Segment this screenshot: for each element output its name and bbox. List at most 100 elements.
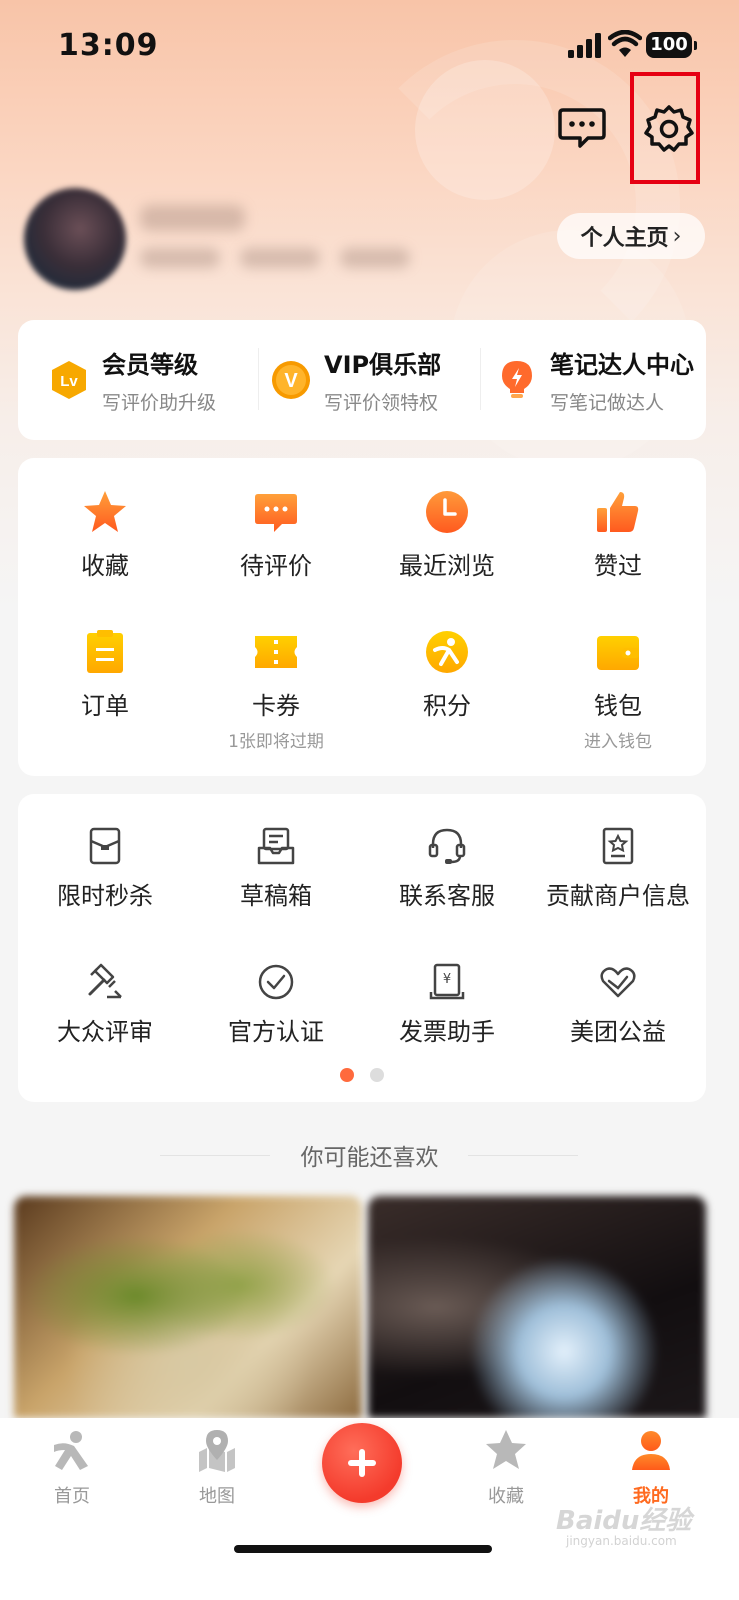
thumbs-up-icon (597, 492, 639, 532)
gavel-icon (88, 963, 122, 999)
watermark: Baidu经验 (556, 1506, 692, 1536)
invoice-icon: ¥ (429, 963, 465, 1000)
settings-icon[interactable] (644, 104, 694, 154)
star-icon (84, 491, 126, 532)
grid-item-public-review[interactable]: 大众评审 (19, 962, 191, 1047)
clock-icon (426, 491, 468, 533)
grid-item-merchant-info[interactable]: 贡献商户信息 (532, 826, 704, 911)
member-level-subtitle: 写评价助升级 (102, 392, 217, 414)
grid-item-orders[interactable]: 订单 (19, 628, 191, 721)
grid-label: 赞过 (594, 552, 642, 580)
grid-item-recent[interactable]: 最近浏览 (361, 488, 533, 581)
grid-item-official-verify[interactable]: 官方认证 (190, 962, 362, 1047)
status-bar: 13:09 100 (0, 0, 739, 92)
chevron-right-icon: › (672, 223, 682, 249)
grid-item-invoice[interactable]: ¥ 发票助手 (361, 962, 533, 1047)
grid-item-charity[interactable]: 美团公益 (532, 962, 704, 1047)
vip-club-title: VIP俱乐部 (324, 351, 442, 379)
grid-label: 贡献商户信息 (546, 882, 690, 910)
tab-home[interactable]: 首页 (22, 1428, 122, 1508)
tab-mine[interactable]: 我的 (601, 1428, 701, 1508)
shortcut-card: 收藏 待评价 最近浏览 赞过 订单 卡券 1张即将过期 积分 钱包 进入钱包 (18, 458, 706, 776)
grid-label: 限时秒杀 (57, 882, 153, 910)
grid-item-liked[interactable]: 赞过 (532, 488, 704, 581)
vip-club-item[interactable]: V VIP俱乐部 写评价领特权 (258, 320, 480, 440)
page-indicator (18, 1068, 706, 1082)
services-card: 限时秒杀 草稿箱 联系客服 贡献商户信息 大众评审 官方认证 ¥ 发票助手 美团… (18, 794, 706, 1102)
note-expert-subtitle: 写笔记做达人 (550, 392, 665, 414)
profile-stat-blurred (240, 248, 320, 268)
grid-label: 钱包 (594, 692, 642, 720)
recommend-title: 你可能还喜欢 (300, 1145, 439, 1171)
status-time: 13:09 (58, 28, 159, 63)
vip-club-subtitle: 写评价领特权 (324, 392, 439, 414)
grid-item-points[interactable]: 积分 (361, 628, 533, 721)
grid-label: 卡券 (252, 692, 300, 720)
charity-heart-icon (600, 967, 636, 998)
wallet-enter-note: 进入钱包 (584, 732, 652, 752)
merchant-info-icon (602, 827, 634, 865)
points-icon (426, 631, 468, 673)
profile-icon (632, 1431, 670, 1470)
plus-icon (348, 1449, 376, 1477)
profile-stat-blurred (340, 248, 410, 268)
grid-label: 草稿箱 (240, 882, 312, 910)
flash-sale-icon (89, 827, 121, 865)
grid-label: 发票助手 (399, 1018, 495, 1046)
tab-label: 首页 (54, 1486, 90, 1507)
profile-home-label: 个人主页 (580, 226, 669, 251)
grid-label: 官方认证 (228, 1018, 324, 1046)
drafts-icon (257, 827, 295, 865)
cellular-signal-icon (568, 33, 601, 58)
coupon-icon (255, 636, 297, 668)
recommend-photo-food[interactable] (14, 1196, 362, 1418)
battery-indicator: 100 (646, 32, 697, 58)
order-icon (87, 630, 123, 673)
note-expert-item[interactable]: 笔记达人中心 写笔记做达人 (480, 320, 706, 440)
check-circle-icon (258, 964, 294, 1000)
grid-label: 积分 (423, 692, 471, 720)
svg-text:Lv: Lv (60, 373, 78, 390)
grid-item-wallet[interactable]: 钱包 进入钱包 (532, 628, 704, 752)
publish-plus-button[interactable] (322, 1423, 402, 1503)
wallet-icon (597, 636, 639, 670)
profile-home-button[interactable]: 个人主页 › (557, 213, 705, 259)
tab-label: 收藏 (488, 1486, 524, 1507)
profile-stat-blurred (140, 248, 220, 268)
grid-item-to-review[interactable]: 待评价 (190, 488, 362, 581)
svg-text:¥: ¥ (443, 972, 451, 987)
avatar[interactable] (24, 188, 126, 290)
tab-map[interactable]: 地图 (167, 1428, 267, 1508)
map-pin-icon (199, 1430, 235, 1472)
tab-favorites[interactable]: 收藏 (456, 1428, 556, 1508)
grid-label: 大众评审 (57, 1018, 153, 1046)
recommend-photo-scene[interactable] (368, 1196, 706, 1418)
watermark-sub: jingyan.baidu.com (566, 1534, 677, 1548)
grid-item-flash-sale[interactable]: 限时秒杀 (19, 826, 191, 911)
member-level-item[interactable]: Lv 会员等级 写评价助升级 (18, 320, 258, 440)
grid-label: 待评价 (240, 552, 312, 580)
grid-item-favorites[interactable]: 收藏 (19, 488, 191, 581)
coupon-expiry-note: 1张即将过期 (228, 732, 324, 752)
member-card: Lv 会员等级 写评价助升级 V VIP俱乐部 写评价领特权 笔记达人中心 写笔… (18, 320, 706, 440)
note-expert-title: 笔记达人中心 (550, 351, 694, 379)
grid-item-coupons[interactable]: 卡券 1张即将过期 (190, 628, 362, 752)
star-tab-icon (486, 1430, 526, 1469)
bulb-icon (502, 361, 532, 398)
page-dot-active[interactable] (340, 1068, 354, 1082)
lv-badge-icon: Lv (52, 361, 86, 399)
grid-item-customer-service[interactable]: 联系客服 (361, 826, 533, 911)
home-indicator (234, 1545, 492, 1553)
message-icon[interactable] (558, 106, 606, 150)
grid-item-drafts[interactable]: 草稿箱 (190, 826, 362, 911)
grid-label: 美团公益 (570, 1018, 666, 1046)
page-dot[interactable] (370, 1068, 384, 1082)
comment-icon (255, 494, 297, 532)
wifi-icon (608, 30, 642, 57)
grid-label: 最近浏览 (399, 552, 495, 580)
username-blurred (140, 205, 245, 231)
svg-text:V: V (284, 370, 298, 392)
vip-badge-icon: V (272, 361, 310, 399)
member-level-title: 会员等级 (102, 351, 198, 379)
grid-label: 收藏 (81, 552, 129, 580)
